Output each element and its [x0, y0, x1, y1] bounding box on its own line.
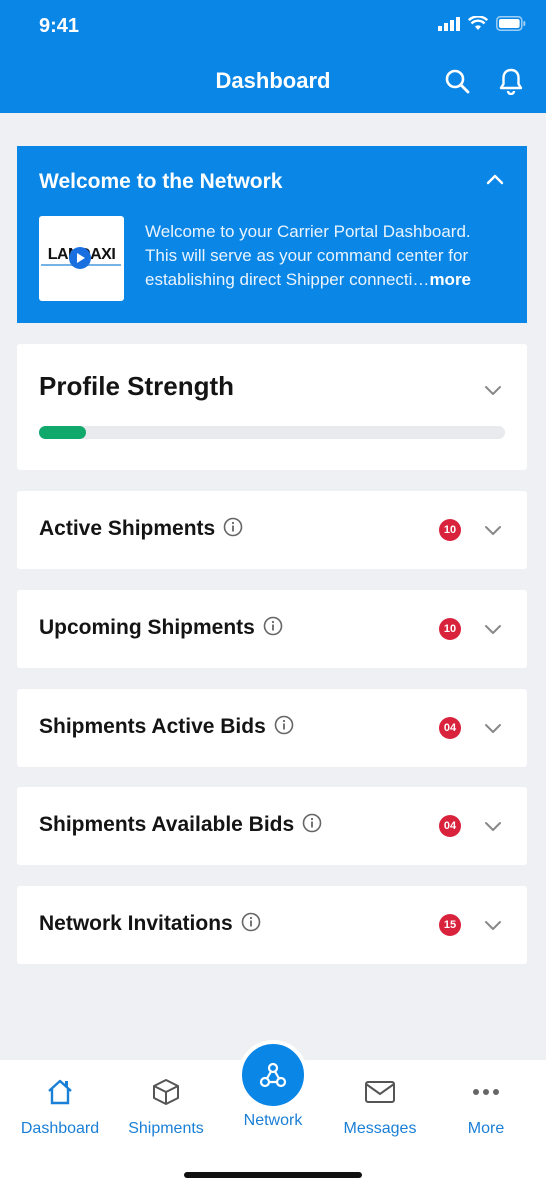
welcome-title: Welcome to the Network — [39, 170, 283, 193]
profile-progress-fill — [39, 426, 86, 439]
wifi-icon — [468, 16, 488, 30]
welcome-description: Welcome to your Carrier Portal Dashboard… — [145, 222, 472, 289]
search-icon — [445, 69, 470, 94]
section-title: Shipments Active Bids — [39, 715, 294, 739]
section-active-shipments[interactable]: Active Shipments 10 — [17, 491, 527, 569]
chevron-down-icon[interactable] — [483, 619, 503, 639]
tab-more-label: More — [467, 1120, 505, 1137]
profile-progress-track — [39, 426, 505, 439]
tab-network-button[interactable] — [238, 1040, 308, 1110]
section-shipments-active-bids[interactable]: Shipments Active Bids 04 — [17, 689, 527, 767]
bell-icon — [499, 68, 523, 95]
count-badge: 04 — [439, 815, 461, 837]
section-title: Shipments Available Bids — [39, 813, 322, 837]
info-icon[interactable] — [274, 715, 294, 735]
notifications-button[interactable] — [496, 66, 526, 96]
play-icon[interactable] — [69, 247, 91, 269]
box-icon — [153, 1079, 179, 1105]
more-dots-icon — [473, 1089, 499, 1095]
info-icon[interactable] — [223, 517, 243, 537]
count-badge: 15 — [439, 914, 461, 936]
count-badge: 04 — [439, 717, 461, 739]
status-icons — [438, 16, 526, 31]
welcome-video-thumbnail[interactable]: LANDAXI — [39, 216, 124, 301]
section-shipments-available-bids[interactable]: Shipments Available Bids 04 — [17, 787, 527, 865]
section-title: Active Shipments — [39, 517, 243, 541]
tab-shipments-label: Shipments — [128, 1120, 204, 1137]
count-badge: 10 — [439, 519, 461, 541]
profile-strength-title: Profile Strength — [39, 371, 235, 401]
section-title: Network Invitations — [39, 912, 261, 936]
app-header: 9:41 Dashboard — [0, 0, 546, 113]
tab-dashboard[interactable]: Dashboard — [10, 1074, 110, 1138]
chevron-down-icon[interactable] — [483, 816, 503, 836]
chevron-down-icon[interactable] — [483, 915, 503, 935]
network-icon — [259, 1062, 287, 1088]
status-time: 9:41 — [39, 15, 80, 37]
home-indicator — [184, 1172, 362, 1178]
info-icon[interactable] — [263, 616, 283, 636]
tab-more[interactable]: More — [436, 1074, 536, 1138]
section-network-invitations[interactable]: Network Invitations 15 — [17, 886, 527, 964]
welcome-card: Welcome to the Network LANDAXI Welcome t… — [17, 146, 527, 323]
search-button[interactable] — [442, 66, 472, 96]
tab-shipments[interactable]: Shipments — [116, 1074, 216, 1138]
battery-icon — [496, 16, 526, 31]
section-upcoming-shipments[interactable]: Upcoming Shipments 10 — [17, 590, 527, 668]
count-badge: 10 — [439, 618, 461, 640]
info-icon[interactable] — [302, 813, 322, 833]
tab-messages[interactable]: Messages — [330, 1074, 430, 1138]
more-link[interactable]: more — [429, 270, 471, 289]
chevron-down-icon[interactable] — [483, 380, 503, 400]
section-title: Upcoming Shipments — [39, 616, 283, 640]
tab-network-label: Network — [243, 1112, 303, 1129]
chevron-up-icon[interactable] — [483, 168, 507, 192]
chevron-down-icon[interactable] — [483, 718, 503, 738]
info-icon[interactable] — [241, 912, 261, 932]
tab-dashboard-label: Dashboard — [20, 1120, 100, 1137]
chevron-down-icon[interactable] — [483, 520, 503, 540]
profile-strength-card[interactable]: Profile Strength — [17, 344, 527, 470]
envelope-icon — [365, 1081, 395, 1103]
tab-messages-label: Messages — [343, 1120, 417, 1137]
signal-icon — [438, 16, 460, 31]
home-icon — [48, 1079, 72, 1105]
